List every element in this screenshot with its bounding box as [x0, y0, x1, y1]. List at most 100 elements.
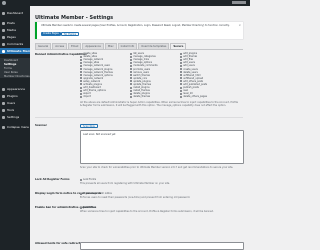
capability-option[interactable]: delete_others_pages — [180, 95, 226, 98]
tab-divider — [35, 49, 243, 50]
submenu-dashboard[interactable]: Dashboard — [4, 59, 18, 62]
capability-checkbox[interactable] — [130, 64, 132, 67]
menu-media[interactable]: Media — [0, 27, 30, 33]
lock-forms-description: This prevents all users from registering… — [80, 182, 171, 185]
capability-checkbox[interactable] — [130, 74, 132, 77]
capability-checkbox[interactable] — [180, 74, 182, 77]
menu-dashboard[interactable]: Dashboard — [0, 10, 30, 16]
submenu-forms[interactable]: Forms — [4, 67, 12, 70]
setup-notice: Ultimate Member needs to create several … — [35, 22, 243, 39]
login-notice-checkbox[interactable] — [80, 192, 82, 195]
scan-result-box: Last scan: Not scanned yet — [80, 130, 244, 164]
capability-checkbox[interactable] — [80, 92, 82, 95]
lock-forms-checkbox[interactable] — [80, 178, 82, 181]
capability-option[interactable]: delete_themes — [130, 95, 176, 98]
capability-checkbox[interactable] — [80, 55, 82, 58]
capability-checkbox[interactable] — [80, 77, 82, 80]
capability-checkbox[interactable] — [130, 71, 132, 74]
create-pages-button[interactable]: Create Pages — [41, 32, 61, 36]
capability-checkbox[interactable] — [180, 80, 182, 83]
menu-ultimate-member[interactable]: Ultimate Member — [0, 48, 30, 54]
menu-collapse[interactable]: Collapse menu — [0, 124, 30, 130]
caps-description: All the above are default Administrator … — [80, 101, 238, 107]
menu-users[interactable]: Users — [0, 100, 30, 106]
capability-checkbox[interactable] — [180, 71, 182, 74]
dismiss-icon[interactable]: × — [238, 24, 241, 27]
capability-option[interactable]: import — [80, 95, 126, 98]
capability-checkbox[interactable] — [80, 83, 82, 86]
capability-checkbox[interactable] — [130, 55, 132, 58]
capability-checkbox[interactable] — [180, 89, 182, 92]
ban-checkbox[interactable] — [80, 206, 82, 209]
settings-icon — [2, 115, 5, 119]
ban-option[interactable]: Enable ban — [80, 206, 96, 209]
capability-checkbox[interactable] — [180, 92, 182, 95]
capability-checkbox[interactable] — [130, 52, 132, 55]
submenu-member-directories[interactable]: Member Directories — [4, 75, 30, 78]
login-notice-text: Enable Login form notice — [83, 192, 112, 195]
plugin-icon — [2, 94, 5, 98]
scan-now-button[interactable]: Scan Now — [80, 124, 98, 128]
capability-checkbox[interactable] — [80, 61, 82, 64]
wordpress-logo-icon[interactable] — [2, 1, 6, 5]
ultimate-member-submenu: Dashboard Settings Forms User Roles Memb… — [0, 58, 30, 78]
capability-checkbox[interactable] — [180, 52, 182, 55]
capability-checkbox[interactable] — [80, 58, 82, 61]
scanner-label: Scanner — [35, 124, 47, 127]
menu-appearance[interactable]: Appearance — [0, 86, 30, 92]
capability-checkbox[interactable] — [80, 95, 82, 98]
capability-checkbox[interactable] — [180, 83, 182, 86]
capability-checkbox[interactable] — [180, 77, 182, 80]
notice-text: Ultimate Member needs to create several … — [41, 24, 230, 27]
capability-checkbox[interactable] — [130, 58, 132, 61]
menu-posts[interactable]: Posts — [0, 20, 30, 26]
capability-checkbox[interactable] — [130, 77, 132, 80]
capability-checkbox[interactable] — [80, 71, 82, 74]
capability-checkbox[interactable] — [130, 68, 132, 71]
lock-forms-option[interactable]: Lock Forms — [80, 178, 96, 181]
login-notice-option[interactable]: Enable Login form notice — [80, 192, 112, 195]
scan-result-text: Last scan: Not scanned yet — [83, 133, 116, 136]
capability-checkbox[interactable] — [130, 92, 132, 95]
caps-column-1: create_sites delete_sites manage_network ma… — [80, 52, 126, 98]
menu-tools[interactable]: Tools — [0, 107, 30, 113]
menu-plugins[interactable]: Plugins — [0, 93, 30, 99]
pages-icon — [2, 35, 5, 39]
capability-checkbox[interactable] — [130, 89, 132, 92]
capability-checkbox[interactable] — [130, 61, 132, 64]
capability-checkbox[interactable] — [130, 80, 132, 83]
capability-checkbox[interactable] — [130, 83, 132, 86]
no-thanks-button[interactable]: No thanks — [61, 32, 80, 36]
capability-checkbox[interactable] — [80, 68, 82, 71]
capability-checkbox[interactable] — [180, 58, 182, 61]
capability-checkbox[interactable] — [80, 64, 82, 67]
section-divider — [35, 117, 243, 118]
ban-description: When someone tries to inject capabilitie… — [80, 210, 214, 213]
collapse-icon — [2, 125, 5, 129]
settings-page: Ultimate Member - Settings Ultimate Memb… — [30, 6, 250, 250]
capability-checkbox[interactable] — [130, 95, 132, 98]
capability-checkbox[interactable] — [80, 86, 82, 89]
account-menu[interactable] — [232, 1, 246, 4]
capability-checkbox[interactable] — [180, 55, 182, 58]
capability-checkbox[interactable] — [180, 95, 182, 98]
capability-label: import — [83, 95, 91, 99]
allowed-hosts-input[interactable] — [80, 242, 244, 250]
capability-checkbox[interactable] — [80, 80, 82, 83]
capability-checkbox[interactable] — [180, 61, 182, 64]
menu-settings[interactable]: Settings — [0, 114, 30, 120]
capability-checkbox[interactable] — [80, 52, 82, 55]
capability-checkbox[interactable] — [180, 68, 182, 71]
menu-comments[interactable]: Comments — [0, 41, 30, 47]
capability-checkbox[interactable] — [180, 86, 182, 89]
wrench-icon — [2, 108, 5, 112]
submenu-settings[interactable]: Settings — [4, 63, 16, 66]
capability-checkbox[interactable] — [180, 64, 182, 67]
submenu-user-roles[interactable]: User Roles — [4, 71, 18, 74]
capability-checkbox[interactable] — [80, 89, 82, 92]
menu-pages[interactable]: Pages — [0, 34, 30, 40]
capability-label: delete_themes — [133, 95, 151, 99]
comment-icon — [2, 42, 5, 46]
capability-checkbox[interactable] — [80, 74, 82, 77]
capability-checkbox[interactable] — [130, 86, 132, 89]
